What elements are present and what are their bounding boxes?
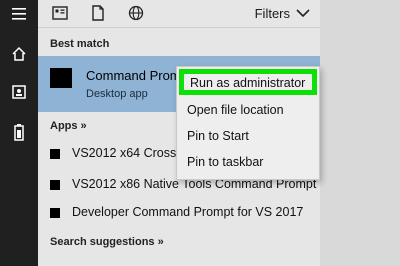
background-area [320,0,400,266]
battery-icon[interactable] [9,122,29,142]
contact-card-icon[interactable] [9,82,29,102]
hamburger-icon[interactable] [9,4,29,24]
app-grid-icon[interactable] [50,3,70,23]
search-toolbar: Filters [38,0,320,28]
list-item[interactable]: Developer Command Prompt for VS 2017 [38,200,320,226]
best-match-heading: Best match [50,38,110,50]
globe-icon[interactable] [126,3,146,23]
start-menu-rail [0,0,38,266]
search-suggestions-heading[interactable]: Search suggestions » [50,236,164,248]
app-icon [50,149,60,159]
menu-item-label: Run as administrator [190,76,306,90]
apps-heading[interactable]: Apps » [50,120,87,132]
app-label: Developer Command Prompt for VS 2017 [72,205,304,219]
app-label: VS2012 x64 Cross T [72,146,188,160]
command-prompt-icon [50,68,72,88]
context-menu: Run as administrator Open file location … [176,66,320,180]
menu-item-pin-to-taskbar[interactable]: Pin to taskbar [187,155,263,169]
home-icon[interactable] [9,44,29,64]
best-match-subtitle: Desktop app [86,88,148,100]
app-icon [50,208,60,218]
filters-label: Filters [254,5,290,21]
menu-item-run-as-administrator[interactable]: Run as administrator [179,69,317,95]
document-icon[interactable] [88,3,108,23]
chevron-down-icon [296,6,310,21]
menu-item-pin-to-start[interactable]: Pin to Start [187,129,249,143]
filters-dropdown[interactable]: Filters [255,3,310,23]
menu-item-open-file-location[interactable]: Open file location [187,103,284,117]
app-icon [50,180,60,190]
